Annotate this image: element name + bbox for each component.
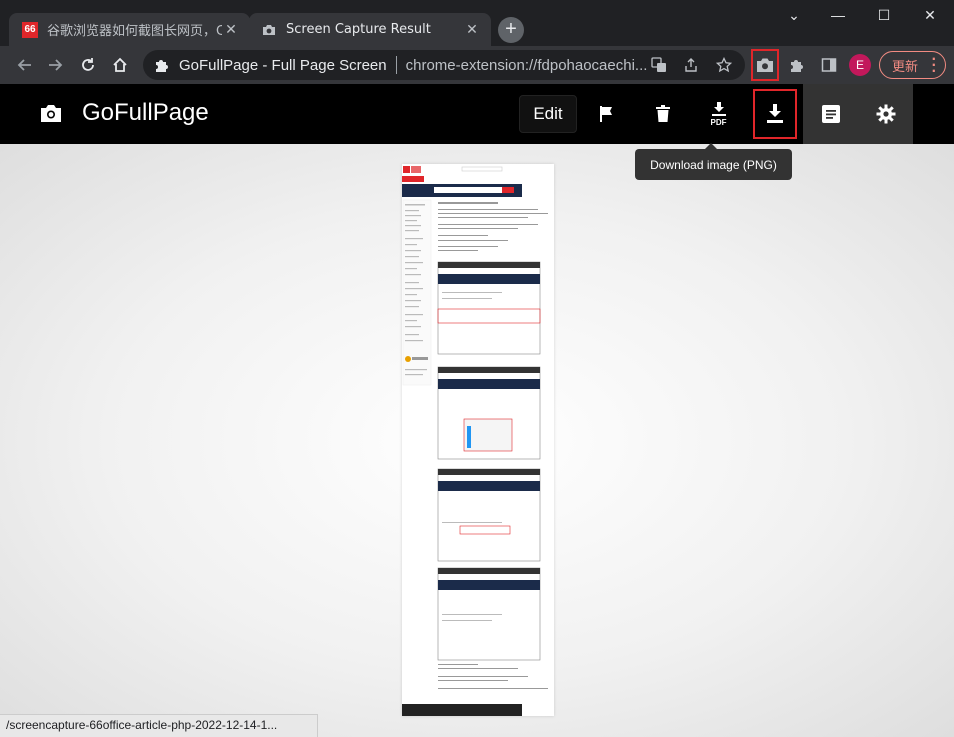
browser-toolbar: GoFullPage - Full Page Screen chrome-ext… (0, 46, 954, 84)
tab-strip: 66 谷歌浏览器如何截图长网页，Chr ✕ Screen Capture Res… (0, 0, 954, 46)
tab-close-icon[interactable]: ✕ (222, 20, 240, 38)
bookmark-star-icon[interactable] (715, 56, 733, 74)
tab-66office[interactable]: 66 谷歌浏览器如何截图长网页，Chr ✕ (9, 13, 250, 46)
flag-icon[interactable] (579, 84, 634, 144)
edit-button[interactable]: Edit (519, 95, 577, 133)
reload-button[interactable] (75, 52, 101, 78)
download-pdf-button[interactable]: PDF (691, 84, 746, 144)
capture-canvas (0, 144, 954, 737)
tab-search-chevron-icon[interactable]: ⌄ (771, 0, 817, 30)
download-pdf-icon (711, 101, 726, 116)
minimize-button[interactable]: — (815, 0, 861, 30)
translate-icon[interactable] (650, 56, 668, 74)
site-name: GoFullPage - Full Page Screen (179, 56, 387, 74)
thumbnail-graphic (402, 164, 548, 716)
status-bar-link: /screencapture-66office-article-php-2022… (0, 714, 318, 737)
back-button[interactable] (11, 52, 37, 78)
forward-button[interactable] (43, 52, 69, 78)
side-panel-icon[interactable] (817, 53, 841, 77)
trash-icon[interactable] (635, 84, 690, 144)
camera-logo-icon (41, 105, 61, 122)
new-tab-button[interactable]: + (498, 17, 524, 43)
pdf-label: PDF (710, 117, 727, 127)
notes-icon[interactable] (803, 84, 858, 144)
camera-icon (261, 22, 277, 38)
download-tooltip: Download image (PNG) (635, 143, 792, 180)
tab-title: 谷歌浏览器如何截图长网页，Chr (47, 24, 222, 39)
update-button[interactable]: 更新 · · · (879, 51, 946, 79)
tab-screen-capture-result[interactable]: Screen Capture Result ✕ (249, 13, 491, 46)
omnibox-divider (395, 56, 397, 74)
captured-page-thumbnail[interactable] (402, 164, 554, 716)
tab-title: Screen Capture Result (286, 22, 431, 37)
settings-gear-icon[interactable] (858, 84, 913, 144)
site-favicon: 66 (22, 21, 38, 38)
home-button[interactable] (107, 52, 133, 78)
close-window-button[interactable]: ✕ (907, 0, 953, 30)
app-title: GoFullPage (82, 99, 209, 126)
highlight-box-download (753, 89, 797, 139)
gofullpage-camera-icon[interactable] (753, 53, 777, 77)
update-label: 更新 (892, 59, 919, 75)
share-icon[interactable] (682, 56, 700, 74)
address-bar[interactable]: GoFullPage - Full Page Screen chrome-ext… (143, 50, 745, 80)
tab-close-icon[interactable]: ✕ (463, 20, 481, 38)
menu-dots-icon[interactable]: · · · (931, 53, 936, 77)
gofullpage-header: GoFullPage Edit PDF (0, 84, 954, 144)
extension-puzzle-icon (156, 60, 168, 72)
extensions-puzzle-icon[interactable] (785, 53, 809, 77)
url-text: chrome-extension://fdpohaocaechi... (405, 56, 648, 74)
maximize-button[interactable]: ☐ (861, 0, 907, 30)
profile-avatar[interactable]: E (849, 54, 871, 76)
